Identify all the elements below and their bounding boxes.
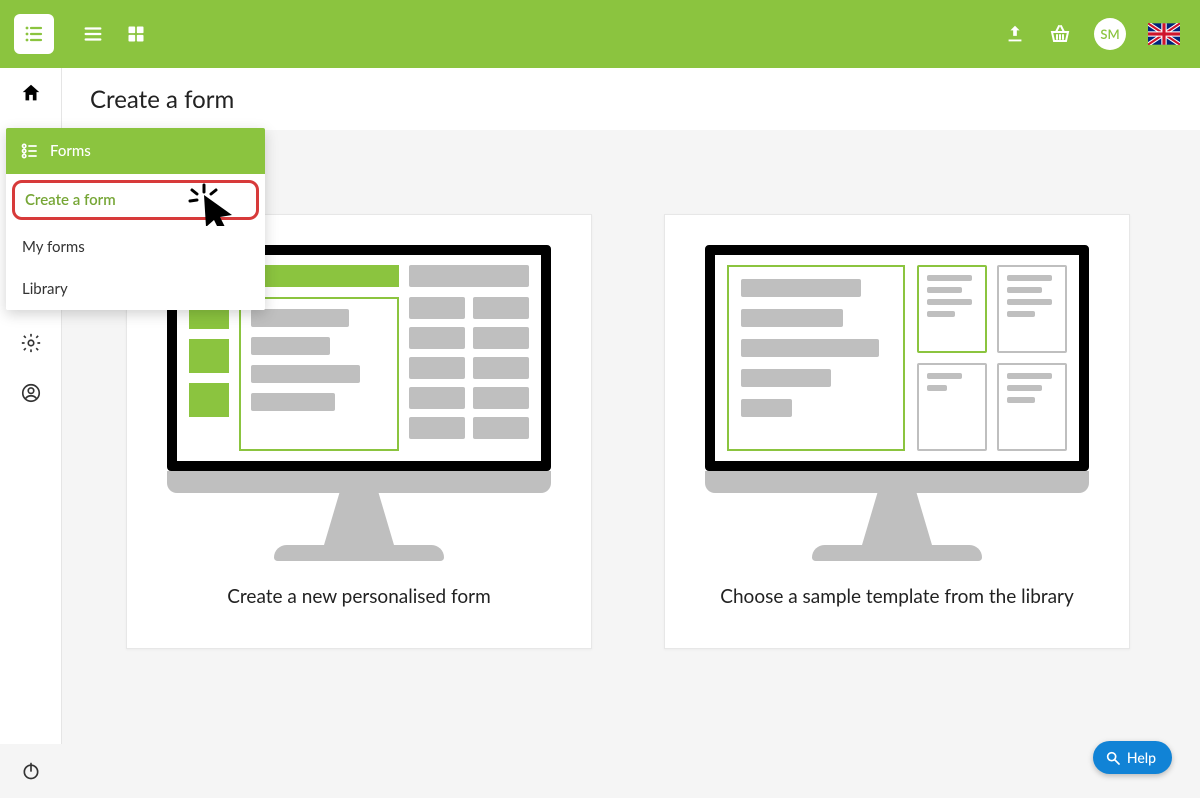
sidebar-item-home[interactable] xyxy=(0,68,62,118)
card-caption: Create a new personalised form xyxy=(227,585,490,608)
sidebar-item-logout[interactable] xyxy=(0,744,62,798)
page-title: Create a form xyxy=(90,85,234,114)
language-flag-uk[interactable] xyxy=(1148,23,1180,45)
card-caption: Choose a sample template from the librar… xyxy=(720,585,1074,608)
search-icon xyxy=(1105,750,1121,766)
flyout-header-label: Forms xyxy=(50,142,91,160)
cursor-click-icon xyxy=(186,181,244,231)
flyout-item-label: Library xyxy=(22,280,68,298)
forms-icon xyxy=(20,141,40,161)
help-button[interactable]: Help xyxy=(1093,741,1172,774)
page-title-bar: Create a form xyxy=(62,68,1200,130)
user-avatar[interactable]: SM xyxy=(1094,18,1126,50)
top-bar: SM xyxy=(0,0,1200,68)
upload-icon[interactable] xyxy=(1004,23,1026,45)
sidebar-flyout: Forms Create a form My forms Library xyxy=(6,128,265,310)
card-template-library[interactable]: Choose a sample template from the librar… xyxy=(664,214,1130,649)
sidebar-item-settings[interactable] xyxy=(0,318,62,368)
sidebar-item-profile[interactable] xyxy=(0,368,62,418)
flyout-item-create-form[interactable]: Create a form xyxy=(12,180,259,220)
help-label: Help xyxy=(1127,749,1156,766)
app-logo[interactable] xyxy=(0,0,68,68)
illustration-template-library xyxy=(705,245,1089,561)
list-icon xyxy=(14,14,54,54)
basket-icon[interactable] xyxy=(1048,22,1072,46)
menu-icon[interactable] xyxy=(82,23,104,45)
flyout-item-label: My forms xyxy=(22,238,85,256)
flyout-item-label: Create a form xyxy=(25,191,116,209)
flyout-item-library[interactable]: Library xyxy=(6,268,265,310)
flyout-header: Forms xyxy=(6,128,265,174)
grid-icon[interactable] xyxy=(126,24,146,44)
flyout-item-my-forms[interactable]: My forms xyxy=(6,226,265,268)
